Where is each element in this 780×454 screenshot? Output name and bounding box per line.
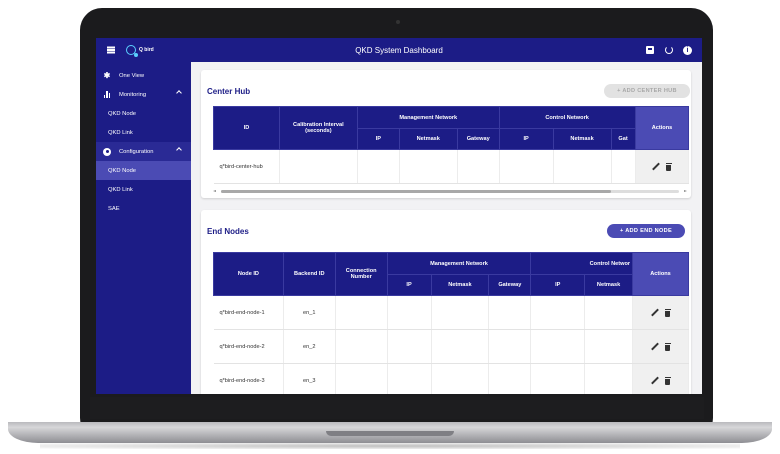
col-header-ip: IP [498,128,554,150]
col-header-netmask: Netmask [398,128,458,150]
col-header-gateway: Gat [610,128,636,150]
laptop-mockup: Q bird QKD System Dashboard i ✱ One View… [0,0,780,454]
laptop-chin [90,397,704,419]
col-header-actions: Actions [632,252,689,296]
edit-icon[interactable] [651,343,659,351]
row-actions [632,329,689,364]
table-row: q*bird-end-node-2 en_2 [213,329,689,364]
laptop-shadow [40,443,740,449]
sidebar-item-label: QKD Link [108,129,133,136]
col-header-netmask: Netmask [430,274,490,296]
sidebar-item-label: QKD Node [108,167,137,174]
cell-node-id: q*bird-end-node-1 [213,295,284,330]
col-header-calibration: Calibration Interval (seconds) [278,106,358,150]
row-actions [632,295,689,330]
scrollbar-thumb[interactable] [221,190,611,193]
screen: Q bird QKD System Dashboard i ✱ One View… [96,38,702,394]
add-center-hub-button[interactable]: + ADD CENTER HUB [604,84,690,98]
edit-icon[interactable] [652,163,660,171]
appbar-actions: i [645,38,692,62]
table-row: q*bird-end-node-3 en_3 [213,363,689,394]
sidebar-item-config-qkd-node[interactable]: QKD Node [96,161,191,180]
bar-chart-icon [102,91,112,98]
end-nodes-title: End Nodes [207,227,249,236]
cell-backend-id: en_2 [283,329,336,364]
edit-icon[interactable] [651,377,659,385]
col-header-netmask: Netmask [552,128,612,150]
scroll-left-icon[interactable] [213,190,216,192]
logo-icon [126,45,138,57]
edit-icon[interactable] [651,309,659,317]
sidebar-item-label: One View [119,72,145,79]
logo-text: Q bird [139,47,154,53]
laptop-notch [326,431,454,436]
end-nodes-card: End Nodes + ADD END NODE Node ID Backend… [201,210,691,394]
sidebar-item-label: Monitoring [119,91,147,98]
cell-id: q*bird-center-hub [213,149,280,184]
asterisk-icon: ✱ [103,71,111,80]
col-header-management-network: Management Network [356,106,500,129]
row-actions [635,149,690,184]
sidebar-item-label: Configuration [119,148,154,155]
refresh-icon[interactable] [664,46,673,55]
col-header-gateway: Gateway [456,128,500,150]
col-header-backend-id: Backend ID [282,252,336,296]
col-header-control-network: Control Networ [530,252,634,275]
table-row: q*bird-center-hub [213,149,692,184]
col-header-node-id: Node ID [213,252,284,296]
info-icon[interactable]: i [683,45,692,55]
delete-icon[interactable] [665,162,672,171]
app-title: QKD System Dashboard [355,45,443,55]
col-header-ip: IP [386,274,432,296]
col-header-ip: IP [530,274,586,296]
sidebar-item-monitoring-qkd-node[interactable]: QKD Node [96,104,191,123]
col-header-gateway: Gateway [488,274,532,296]
scroll-right-icon[interactable] [684,190,687,192]
col-header-netmask: Netmask [584,274,634,296]
sidebar-item-configuration[interactable]: Configuration [96,142,191,161]
col-header-actions: Actions [634,106,690,150]
sidebar-item-monitoring[interactable]: Monitoring [96,85,191,104]
cell-node-id: q*bird-end-node-3 [213,363,284,394]
horizontal-scrollbar[interactable] [213,190,687,193]
logo: Q bird [126,45,154,57]
camera-dot [396,20,400,24]
sidebar-item-label: SAE [108,205,120,212]
chevron-up-icon [176,147,182,153]
col-header-ip: IP [356,128,400,150]
app-bar: Q bird QKD System Dashboard i [96,38,702,62]
delete-icon[interactable] [664,342,671,351]
sidebar-item-monitoring-qkd-link[interactable]: QKD Link [96,123,191,142]
keyboard-icon[interactable] [645,46,654,55]
center-hub-card: Center Hub + ADD CENTER HUB ID Calibrati… [201,70,691,198]
center-hub-title: Center Hub [207,87,251,96]
center-hub-table: ID Calibration Interval (seconds) Manage… [213,106,691,184]
end-nodes-table: Node ID Backend ID Connection Number Man… [213,252,689,394]
sidebar-item-config-qkd-link[interactable]: QKD Link [96,180,191,199]
sidebar-item-sae[interactable]: SAE [96,199,191,218]
col-header-connection-number: Connection Number [334,252,388,296]
menu-icon[interactable] [102,38,120,62]
cell-backend-id: en_1 [283,295,336,330]
sidebar-item-one-view[interactable]: ✱ One View [96,66,191,85]
row-actions [632,363,689,394]
sidebar-item-label: QKD Link [108,186,133,193]
cell-backend-id: en_3 [283,363,336,394]
chevron-up-icon [176,90,182,96]
sidebar-item-label: QKD Node [108,110,137,117]
add-end-node-button[interactable]: + ADD END NODE [607,224,685,238]
main-content: Center Hub + ADD CENTER HUB ID Calibrati… [191,62,702,394]
col-header-control-network: Control Network [498,106,636,129]
col-header-management-network: Management Network [386,252,532,275]
delete-icon[interactable] [664,308,671,317]
sidebar: ✱ One View Monitoring QKD Node QKD Link … [96,62,191,394]
delete-icon[interactable] [664,376,671,385]
cell-node-id: q*bird-end-node-2 [213,329,284,364]
gear-icon [103,147,111,156]
table-row: q*bird-end-node-1 en_1 [213,295,689,330]
col-header-id: ID [213,106,280,150]
